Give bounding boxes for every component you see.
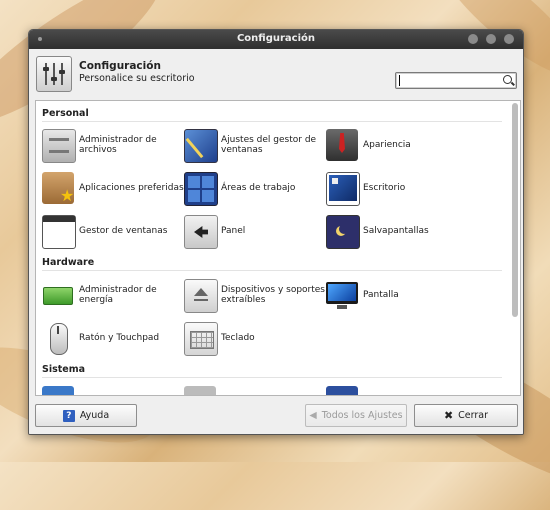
item-label: Aplicaciones preferidas [79, 183, 184, 193]
section-personal: Personal [42, 108, 89, 119]
search-icon[interactable] [503, 75, 512, 84]
all-settings-label: Todos los Ajustes [321, 410, 403, 421]
item-display[interactable]: Pantalla [326, 277, 468, 313]
screen-icon [326, 386, 358, 395]
mouse-icon [42, 322, 74, 355]
item-label: Pantalla [363, 290, 399, 300]
item-label: Apariencia [363, 140, 411, 150]
item-appearance[interactable]: Apariencia [326, 127, 468, 163]
item-system-partial[interactable] [184, 384, 326, 395]
item-window-manager[interactable]: Gestor de ventanas [42, 213, 184, 249]
magic-wand-window-icon [184, 129, 218, 163]
item-label: Gestor de ventanas [79, 226, 168, 236]
item-mouse[interactable]: Ratón y Touchpad [42, 320, 184, 356]
item-label: Salvapantallas [363, 226, 429, 236]
item-label: Dispositivos y soportes extraíbles [221, 285, 325, 305]
suit-tie-icon [326, 129, 358, 161]
file-cabinet-icon [42, 129, 76, 163]
window-icon [42, 215, 76, 249]
item-wm-tweaks[interactable]: Ajustes del gestor de ventanas [184, 127, 326, 163]
help-label: Ayuda [79, 410, 110, 421]
close-button[interactable]: ✖ Cerrar [414, 404, 518, 427]
item-power-manager[interactable]: Administrador de energía [42, 277, 184, 313]
keyboard-icon [184, 322, 218, 356]
item-label: Escritorio [363, 183, 406, 193]
section-divider [42, 121, 502, 122]
item-workspaces[interactable]: Áreas de trabajo [184, 170, 326, 206]
section-hardware: Hardware [42, 257, 95, 268]
help-icon: ? [62, 409, 75, 422]
item-removable-devices[interactable]: Dispositivos y soportes extraíbles [184, 277, 326, 313]
section-divider [42, 377, 502, 378]
settings-list[interactable]: Personal Administrador de archivos Ajust… [35, 100, 521, 396]
info-icon [42, 386, 74, 395]
battery-icon [42, 279, 74, 311]
item-label: Administrador de archivos [79, 135, 157, 155]
gears-icon [184, 386, 216, 395]
search-input[interactable] [395, 72, 517, 89]
item-file-manager[interactable]: Administrador de archivos [42, 127, 184, 163]
item-panel[interactable]: Panel [184, 213, 326, 249]
workspaces-grid-icon [184, 172, 218, 206]
header-subtitle: Personalice su escritorio [79, 73, 195, 84]
box-star-icon: ★ [42, 172, 74, 204]
item-screensaver[interactable]: Salvapantallas [326, 213, 468, 249]
text-cursor [399, 75, 400, 86]
item-label: Ratón y Touchpad [79, 333, 160, 343]
panel-icon [184, 215, 218, 249]
item-system-partial[interactable] [42, 384, 184, 395]
window-title: Configuración [236, 33, 316, 44]
header-title: Configuración [79, 60, 161, 72]
moon-screen-icon [326, 215, 360, 249]
settings-window: Configuración Configuración Personalice … [28, 29, 524, 435]
close-label: Cerrar [458, 410, 489, 421]
item-system-partial[interactable] [326, 384, 468, 395]
desktop-icon [326, 172, 360, 206]
section-sistema: Sistema [42, 364, 86, 375]
eject-icon [184, 279, 218, 313]
item-desktop[interactable]: Escritorio [326, 170, 468, 206]
item-label: Áreas de trabajo [221, 183, 296, 193]
section-divider [42, 270, 502, 271]
title-bar[interactable]: Configuración [29, 30, 523, 49]
settings-sliders-icon [36, 56, 72, 92]
item-label: Ajustes del gestor de ventanas [221, 135, 317, 155]
header: Configuración Personalice su escritorio [29, 49, 523, 99]
maximize-button[interactable] [486, 34, 496, 44]
item-preferred-apps[interactable]: ★ Aplicaciones preferidas [42, 170, 184, 206]
close-icon: ✖ [443, 409, 454, 422]
close-window-button[interactable] [504, 34, 514, 44]
scrollbar[interactable] [512, 103, 518, 317]
footer: ? Ayuda ◀ Todos los Ajustes ✖ Cerrar [29, 396, 523, 434]
minimize-button[interactable] [468, 34, 478, 44]
help-button[interactable]: ? Ayuda [35, 404, 137, 427]
item-keyboard[interactable]: Teclado [184, 320, 326, 356]
monitor-icon [326, 279, 358, 311]
item-label: Teclado [221, 333, 255, 343]
item-label: Administrador de energía [79, 285, 157, 305]
back-arrow-icon: ◀ [309, 410, 317, 421]
all-settings-button[interactable]: ◀ Todos los Ajustes [305, 404, 407, 427]
item-label: Panel [221, 226, 246, 236]
